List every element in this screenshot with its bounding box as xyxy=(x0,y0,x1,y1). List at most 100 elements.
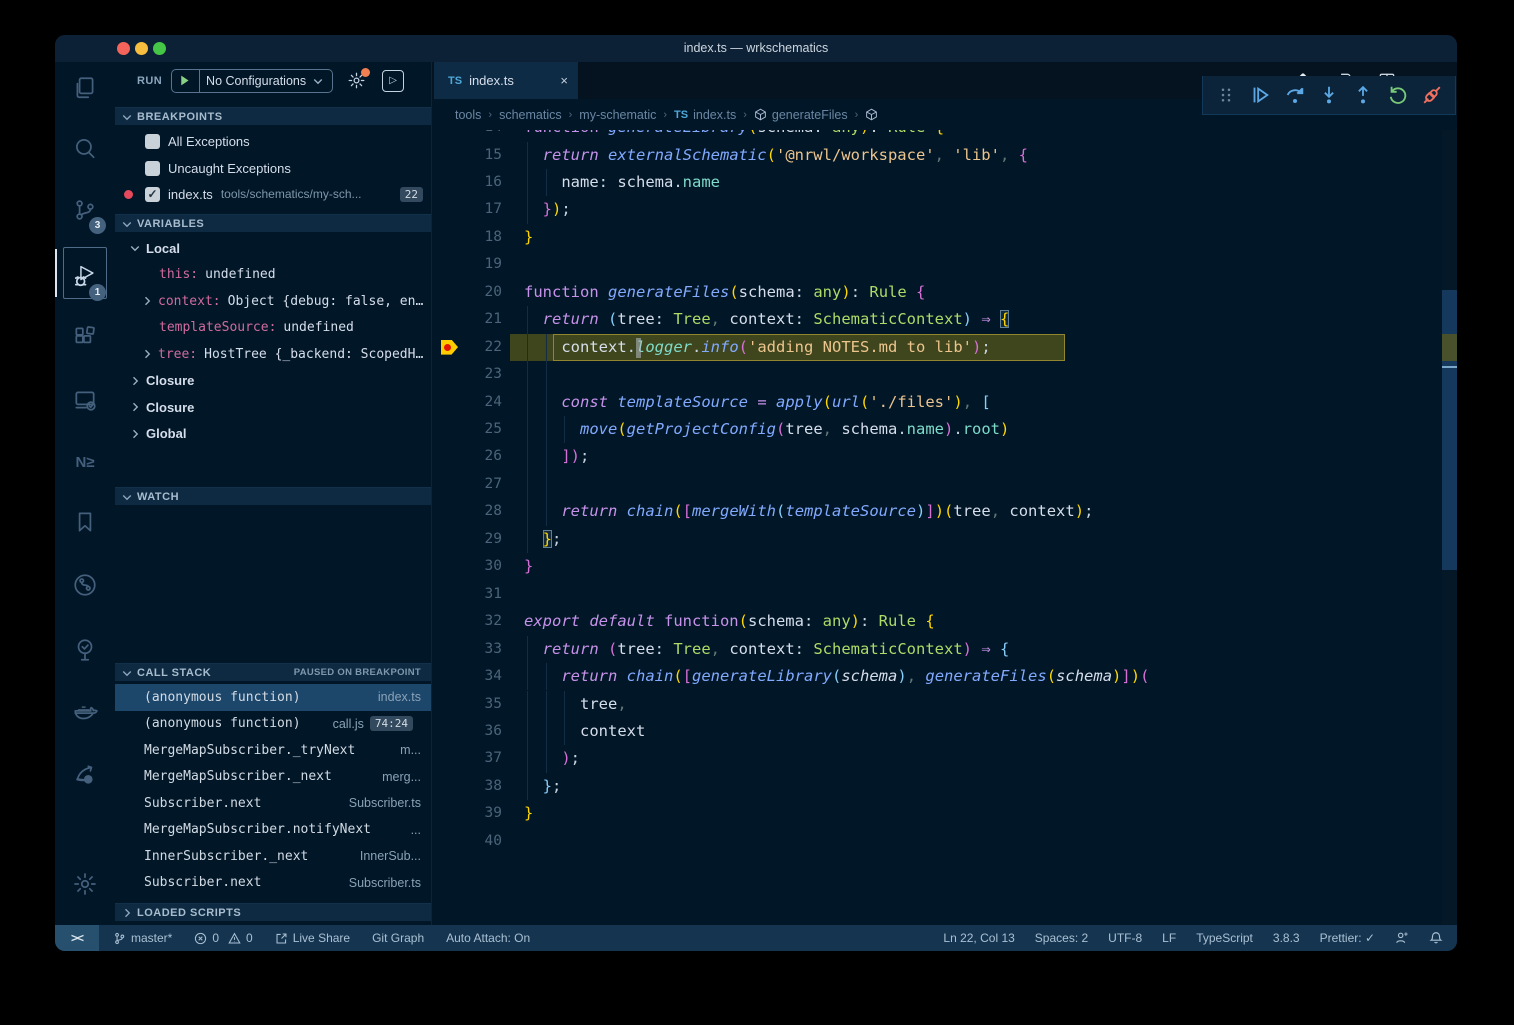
activity-explorer[interactable] xyxy=(55,64,115,112)
step-out-icon[interactable] xyxy=(1350,82,1376,108)
call-stack-frame[interactable]: Subscriber.next Subscriber.ts xyxy=(115,790,431,817)
statusbar-feedback[interactable] xyxy=(1395,931,1409,945)
scope-row[interactable]: Closure xyxy=(115,368,431,395)
breadcrumb-item[interactable]: tools xyxy=(455,108,481,122)
breakpoint-row[interactable]: All Exceptions xyxy=(115,128,431,154)
code-line-15[interactable]: 15 return externalSchematic('@nrwl/works… xyxy=(432,142,1457,169)
configure-gear-button[interactable] xyxy=(347,71,366,90)
call-stack-frame[interactable]: MergeMapSubscriber._tryNext m... xyxy=(115,737,431,764)
checkbox[interactable] xyxy=(145,161,160,176)
statusbar-branch[interactable]: master* xyxy=(113,931,172,945)
activity-run-debug[interactable]: 1 xyxy=(55,253,115,301)
variables-header[interactable]: VARIABLES xyxy=(115,214,431,232)
call-stack-frame[interactable]: Subscriber.next Subscriber.ts xyxy=(115,870,431,897)
activity-search[interactable] xyxy=(55,124,115,172)
code-line-33[interactable]: 33 return (tree: Tree, context: Schemati… xyxy=(432,636,1457,663)
code-line-38[interactable]: 38 }; xyxy=(432,773,1457,800)
code-line-24[interactable]: 24 const templateSource = apply(url('./f… xyxy=(432,389,1457,416)
statusbar-indentation[interactable]: Spaces: 2 xyxy=(1035,931,1088,945)
breadcrumb-item[interactable]: my-schematic xyxy=(579,108,656,122)
code-line-28[interactable]: 28 return chain([mergeWith(templateSourc… xyxy=(432,498,1457,525)
statusbar-cursor-position[interactable]: Ln 22, Col 13 xyxy=(943,931,1014,945)
watch-header[interactable]: WATCH xyxy=(115,487,431,505)
statusbar-eol[interactable]: LF xyxy=(1162,931,1176,945)
call-stack-frame[interactable]: MergeMapSubscriber.notifyNext ... xyxy=(115,817,431,844)
tab-index-ts[interactable]: TS index.ts × xyxy=(434,62,578,99)
breadcrumb-item[interactable] xyxy=(865,108,883,121)
statusbar-encoding[interactable]: UTF-8 xyxy=(1108,931,1142,945)
code-line-26[interactable]: 26 ]); xyxy=(432,443,1457,470)
statusbar-language-mode[interactable]: TypeScript xyxy=(1196,931,1253,945)
code-line-39[interactable]: 39} xyxy=(432,800,1457,827)
breadcrumb-item[interactable]: schematics xyxy=(499,108,562,122)
code-line-25[interactable]: 25 move(getProjectConfig(tree, schema.na… xyxy=(432,416,1457,443)
activity-bookmarks[interactable] xyxy=(55,498,115,546)
breakpoint-row[interactable]: Uncaught Exceptions xyxy=(115,155,431,181)
statusbar-git-graph[interactable]: Git Graph xyxy=(372,931,424,945)
activity-remote-explorer[interactable] xyxy=(55,376,115,424)
statusbar-ts-version[interactable]: 3.8.3 xyxy=(1273,931,1300,945)
call-stack-frame[interactable]: MergeMapSubscriber._next merg... xyxy=(115,764,431,791)
scrollbar[interactable] xyxy=(1442,130,1457,925)
breakpoint-row[interactable]: ✓ index.ts tools/schematics/my-sch... 22 xyxy=(115,181,431,207)
code-line-36[interactable]: 36 context xyxy=(432,718,1457,745)
play-icon[interactable] xyxy=(178,74,191,87)
call-stack-frame[interactable]: InnerSubscriber._next InnerSub... xyxy=(115,843,431,870)
code-editor[interactable]: 14function generateLibrary(schema: any):… xyxy=(432,130,1457,925)
code-line-40[interactable]: 40 xyxy=(432,828,1457,855)
activity-extensions[interactable] xyxy=(55,313,115,361)
title-bar[interactable]: index.ts — wrkschematics xyxy=(55,35,1457,62)
statusbar-notifications[interactable] xyxy=(1429,931,1443,945)
breakpoints-header[interactable]: BREAKPOINTS xyxy=(115,107,431,125)
breadcrumb-item[interactable]: generateFiles xyxy=(754,108,848,122)
code-line-32[interactable]: 32export default function(schema: any): … xyxy=(432,608,1457,635)
scope-row[interactable]: Closure xyxy=(115,394,431,421)
statusbar-prettier[interactable]: Prettier: ✓ xyxy=(1320,931,1375,945)
code-line-34[interactable]: 34 return chain([generateLibrary(schema)… xyxy=(432,663,1457,690)
code-line-19[interactable]: 19 xyxy=(432,251,1457,278)
activity-git-graph[interactable] xyxy=(55,561,115,609)
code-line-21[interactable]: 21 return (tree: Tree, context: Schemati… xyxy=(432,306,1457,333)
variable-row[interactable]: templateSource:undefined xyxy=(115,315,431,342)
code-line-29[interactable]: 29 }; xyxy=(432,526,1457,553)
disconnect-icon[interactable] xyxy=(1419,82,1445,108)
activity-gitlens[interactable] xyxy=(55,751,115,799)
statusbar-live-share[interactable]: Live Share xyxy=(275,931,350,945)
variable-row[interactable]: this:undefined xyxy=(115,262,431,289)
checkbox[interactable]: ✓ xyxy=(145,187,160,202)
scope-row[interactable]: Global xyxy=(115,421,431,448)
breadcrumb-item[interactable]: TSindex.ts xyxy=(674,108,736,122)
restart-icon[interactable] xyxy=(1385,82,1411,108)
activity-nx-console[interactable]: N≥ xyxy=(55,438,115,486)
statusbar-auto-attach[interactable]: Auto Attach: On xyxy=(446,931,530,945)
code-line-30[interactable]: 30} xyxy=(432,553,1457,580)
code-line-18[interactable]: 18} xyxy=(432,224,1457,251)
remote-indicator[interactable]: >< xyxy=(55,925,99,951)
code-line-23[interactable]: 23 xyxy=(432,361,1457,388)
code-line-20[interactable]: 20function generateFiles(schema: any): R… xyxy=(432,279,1457,306)
call-stack-frame[interactable]: (anonymous function) index.ts xyxy=(115,684,431,711)
code-line-27[interactable]: 27 xyxy=(432,471,1457,498)
scope-row[interactable]: Local xyxy=(115,235,431,262)
code-line-35[interactable]: 35 tree, xyxy=(432,691,1457,718)
step-over-icon[interactable] xyxy=(1282,82,1308,108)
drag-handle-icon[interactable] xyxy=(1213,82,1239,108)
code-line-17[interactable]: 17 }); xyxy=(432,196,1457,223)
checkbox[interactable] xyxy=(145,134,160,149)
code-line-31[interactable]: 31 xyxy=(432,581,1457,608)
code-line-14[interactable]: 14function generateLibrary(schema: any):… xyxy=(432,130,1457,142)
activity-docker[interactable] xyxy=(55,688,115,736)
variable-row[interactable]: context:Object {debug: false, en… xyxy=(115,288,431,315)
open-debug-console-button[interactable]: ▷ xyxy=(382,70,404,92)
continue-icon[interactable] xyxy=(1247,82,1273,108)
problems-indicator[interactable]: 0 0 xyxy=(194,931,252,945)
activity-source-control[interactable]: 3 xyxy=(55,186,115,234)
scrollbar-thumb[interactable] xyxy=(1442,290,1457,570)
launch-config-dropdown[interactable]: No Configurations xyxy=(171,69,333,93)
call-stack-frame[interactable]: (anonymous function) call.js 74:24 xyxy=(115,711,431,738)
close-icon[interactable]: × xyxy=(560,73,568,88)
code-line-37[interactable]: 37 ); xyxy=(432,745,1457,772)
code-line-22[interactable]: 22 context.logger.info('adding NOTES.md … xyxy=(432,334,1457,361)
step-into-icon[interactable] xyxy=(1316,82,1342,108)
call-stack-header[interactable]: CALL STACKPAUSED ON BREAKPOINT xyxy=(115,663,431,681)
